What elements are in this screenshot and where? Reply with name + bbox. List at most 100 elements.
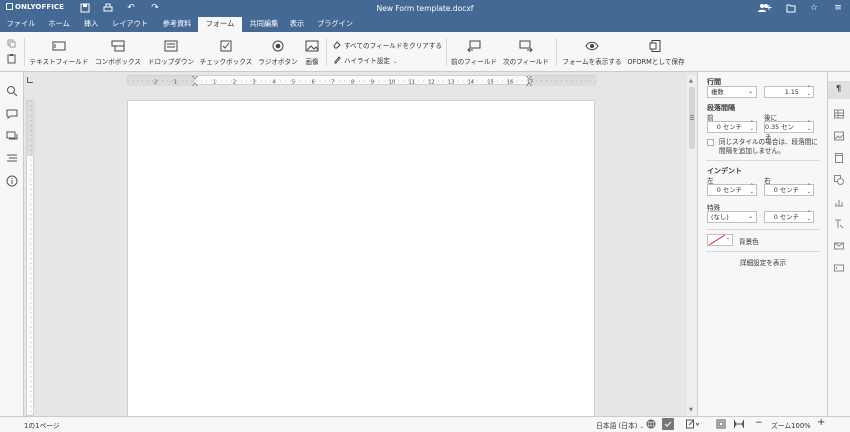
chat-icon[interactable]: [6, 130, 18, 142]
line-spacing-value-input[interactable]: 1.15 ⌃ ⌄: [764, 85, 814, 98]
tab-home[interactable]: ホーム: [42, 17, 76, 32]
spinner-icon[interactable]: ⌃ ⌄: [807, 183, 811, 195]
text-field-button[interactable]: テキストフィールド: [28, 35, 90, 69]
dropdown-button[interactable]: ドロップダウン: [146, 35, 196, 69]
paragraph-settings-panel: 行間 複数 ⌄ 1.15 ⌃ ⌄ 段落間隔 前 後に 0 センチ ⌃ ⌄ 0.35 センチ…: [697, 72, 827, 416]
toolbar-separator: [446, 38, 447, 66]
tab-references[interactable]: 参考資料: [156, 17, 198, 32]
spinner-icon[interactable]: ⌃ ⌄: [807, 210, 811, 222]
tab-file[interactable]: ファイル: [2, 17, 40, 32]
vertical-scrollbar[interactable]: ▲ ▼: [687, 75, 697, 416]
language-selector[interactable]: 日本語 (日本) ⌄: [596, 420, 644, 430]
next-field-button[interactable]: 次のフィールド: [502, 35, 550, 69]
menu-hamburger-icon[interactable]: ≡: [833, 3, 843, 13]
clear-fields-button[interactable]: すべてのフィールドをクリアする: [333, 40, 442, 50]
table-settings-icon[interactable]: [834, 109, 844, 119]
spinner-icon[interactable]: ⌃ ⌄: [807, 120, 811, 132]
combo-box-button[interactable]: コンボボックス: [92, 35, 144, 69]
form-settings-icon[interactable]: [834, 263, 844, 273]
search-icon[interactable]: [6, 85, 18, 97]
background-color-label: 背景色: [739, 238, 759, 246]
indent-right-input[interactable]: 0 センチ ⌃ ⌄: [764, 183, 814, 196]
scrollbar-thumb[interactable]: [689, 87, 695, 149]
scroll-up-icon[interactable]: ▲: [689, 78, 693, 84]
paste-icon[interactable]: [7, 54, 16, 64]
share-users-icon[interactable]: [758, 3, 772, 13]
dropdown-label: ドロップダウン: [147, 58, 195, 66]
horizontal-ruler[interactable]: 2 1 1 2 3 4 5 6 7 8 9 10 11 12 13 14 15 16 17: [127, 75, 596, 86]
image-icon: [302, 40, 322, 52]
indent-left-input[interactable]: 0 センチ ⌃ ⌄: [707, 183, 757, 196]
image-settings-icon[interactable]: [834, 131, 844, 141]
vertical-ruler[interactable]: [26, 100, 35, 417]
tab-view[interactable]: 表示: [286, 17, 308, 32]
tab-insert[interactable]: 挿入: [78, 17, 104, 32]
section-divider: [706, 229, 820, 230]
save-oform-icon: [626, 40, 686, 52]
ribbon-tabs: ファイル ホーム 挿入 レイアウト 参考資料 フォーム 共同編集 表示 プラグイ…: [0, 17, 850, 32]
spacing-after-input[interactable]: 0.35 センチ ⌃ ⌄: [764, 120, 814, 141]
mail-merge-icon[interactable]: [834, 241, 844, 251]
comments-icon[interactable]: [6, 108, 18, 120]
checkbox-button[interactable]: チェックボックス: [198, 35, 254, 69]
view-form-button[interactable]: フォームを表示する: [560, 35, 624, 69]
chart-settings-icon[interactable]: [834, 197, 844, 207]
line-spacing-value: 1.15: [784, 88, 799, 96]
text-art-icon[interactable]: [834, 219, 844, 229]
background-color-picker[interactable]: ⌄: [707, 234, 733, 246]
radio-button-label: ラジオボタン: [258, 58, 298, 66]
zoom-out-icon[interactable]: −: [755, 418, 763, 428]
globe-icon[interactable]: [646, 419, 656, 429]
special-indent-amount-input[interactable]: 0 センチ ⌃ ⌄: [764, 210, 814, 223]
save-as-oform-button[interactable]: OFORMとして保存: [626, 35, 686, 69]
page-count[interactable]: 1の1ページ: [24, 420, 60, 430]
same-style-checkbox[interactable]: [707, 139, 714, 146]
clear-fields-label: すべてのフィールドをクリアする: [344, 42, 443, 50]
zoom-in-icon[interactable]: +: [817, 417, 825, 428]
special-indent-select[interactable]: (なし) ⌄: [707, 211, 757, 223]
spacing-before-input[interactable]: 0 センチ ⌃ ⌄: [707, 120, 757, 133]
image-button[interactable]: 画像: [302, 35, 322, 69]
image-label: 画像: [305, 58, 319, 66]
same-style-label: 同じスタイルの場合は、段落間に間隔を追加しません。: [719, 138, 818, 155]
spinner-icon[interactable]: ⌃ ⌄: [750, 183, 754, 195]
open-location-icon[interactable]: [786, 3, 796, 13]
app-window: ONLYOFFICE ↶ ↷ New Form template.docxf ☆…: [0, 0, 850, 432]
document-title: New Form template.docxf: [376, 4, 474, 13]
zoom-level[interactable]: ズーム100%: [771, 420, 811, 430]
ruler-label: 10: [389, 79, 395, 85]
line-spacing-type-select[interactable]: 複数 ⌄: [707, 86, 757, 98]
highlight-settings-button[interactable]: ハイライト設定 ⌄: [333, 55, 397, 65]
track-changes-icon[interactable]: [686, 419, 700, 429]
checkbox-icon: [198, 40, 254, 52]
tab-stop-selector[interactable]: [27, 77, 33, 83]
spinner-icon[interactable]: ⌃ ⌄: [807, 85, 811, 97]
fit-page-icon[interactable]: [716, 419, 726, 429]
thumb-grip: [690, 115, 694, 116]
paragraph-settings-tab[interactable]: ¶: [828, 81, 850, 99]
shape-settings-icon[interactable]: [834, 175, 844, 185]
spellcheck-icon[interactable]: [662, 418, 674, 430]
header-footer-icon[interactable]: [834, 153, 844, 163]
tab-collaboration[interactable]: 共同編集: [244, 17, 284, 32]
radio-button-button[interactable]: ラジオボタン: [256, 35, 300, 69]
spinner-icon[interactable]: ⌃ ⌄: [750, 120, 754, 132]
checkbox-label: チェックボックス: [199, 58, 253, 66]
text-field-label: テキストフィールド: [29, 58, 89, 66]
ruler-label: 3: [253, 79, 256, 85]
eraser-icon: [333, 41, 341, 49]
document-page[interactable]: [127, 100, 595, 416]
advanced-settings-link[interactable]: 詳細設定を表示: [698, 257, 828, 267]
indent-left-value: 0 センチ: [716, 186, 742, 194]
fit-width-icon[interactable]: [734, 419, 744, 429]
copy-icon[interactable]: [7, 39, 16, 48]
tab-forms[interactable]: フォーム: [198, 17, 242, 32]
favorite-star-icon[interactable]: ☆: [809, 3, 819, 13]
scroll-down-icon[interactable]: ▼: [689, 407, 693, 413]
about-info-icon[interactable]: [6, 175, 18, 187]
tab-plugins[interactable]: プラグイン: [312, 17, 358, 32]
previous-field-button[interactable]: 前のフィールド: [450, 35, 498, 69]
title-bar: ONLYOFFICE ↶ ↷ New Form template.docxf ☆…: [0, 0, 850, 17]
tab-layout[interactable]: レイアウト: [106, 17, 154, 32]
navigation-icon[interactable]: [6, 152, 18, 164]
